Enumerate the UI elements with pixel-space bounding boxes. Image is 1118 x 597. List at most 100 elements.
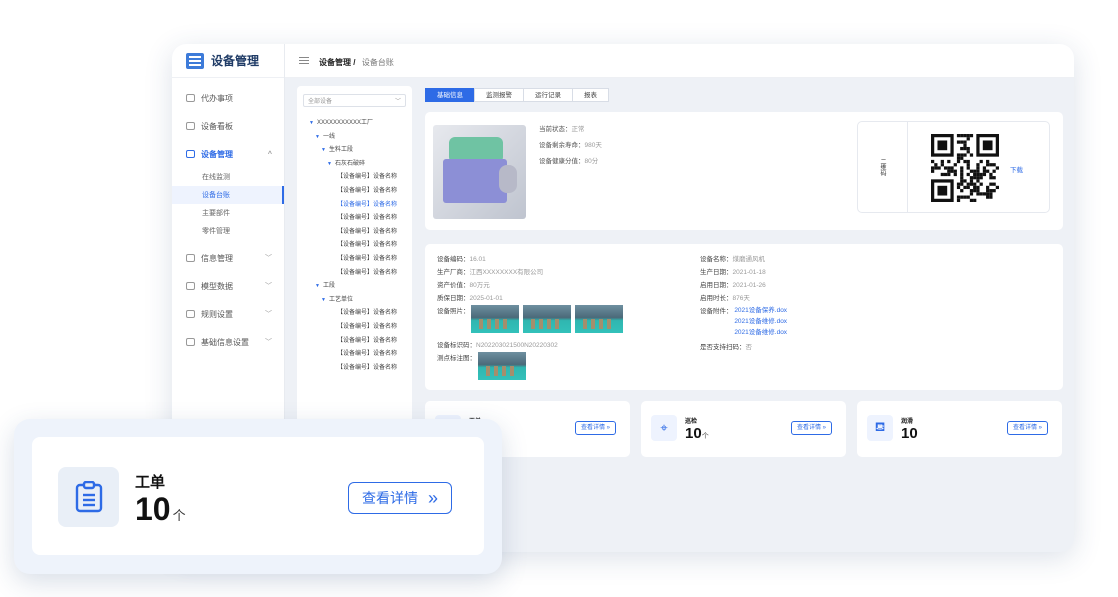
floating-card-body: 工单 10 个 查看详情 »: [32, 437, 484, 555]
calendar-icon: [186, 94, 195, 102]
tree-node[interactable]: ▼ 工艺单位: [303, 294, 406, 308]
tree-node[interactable]: 【设备编号】设备名称: [303, 335, 406, 349]
app-logo-icon: [186, 52, 204, 69]
breadcrumb-parent[interactable]: 设备管理 /: [319, 58, 355, 67]
sidebar-item-label: 基础信息设置: [201, 337, 249, 347]
tree-node[interactable]: 【设备编号】设备名称: [303, 348, 406, 362]
tab-basic-info[interactable]: 基础信息: [425, 88, 475, 102]
sidebar-item-basic-settings[interactable]: 基础信息设置 ﹀: [172, 328, 284, 356]
tree-node[interactable]: 【设备编号】设备名称: [303, 307, 406, 321]
info-photos: 设备照片：: [437, 305, 624, 339]
stat-card-lubrication: ⛾ 润滑 10 查看详情 »: [857, 401, 1062, 457]
tree-node-label: 工段: [322, 283, 335, 290]
sidebar-item-todo[interactable]: 代办事项: [172, 84, 284, 112]
oil-bottle-icon: ⛾: [867, 415, 893, 441]
sidebar-subitem-device-ledger[interactable]: 设备台账: [172, 186, 284, 204]
tree-node[interactable]: 【设备编号】设备名称: [303, 185, 406, 199]
sidebar-item-model-data[interactable]: 模型数据 ﹀: [172, 272, 284, 300]
qr-code-image: [931, 134, 999, 202]
attachment-link[interactable]: 2021设备维修.dox: [734, 329, 787, 336]
tree-node[interactable]: 【设备编号】设备名称: [303, 171, 406, 185]
breadcrumb-current: 设备台账: [361, 57, 394, 67]
info-name: 设备名称：煤磨通风机: [700, 256, 765, 263]
view-details-button[interactable]: 查看详情 »: [790, 421, 832, 435]
rule-icon: [186, 310, 195, 318]
tree-node-label: XXXXXXXXXXX工厂: [316, 120, 373, 126]
tree-node[interactable]: 【设备编号】设备名称: [303, 321, 406, 335]
tree-node[interactable]: 【设备编号】设备名称: [303, 267, 406, 281]
attachment-link[interactable]: 2021设备保养.dox: [734, 307, 787, 314]
device-photo[interactable]: [523, 305, 572, 333]
tree-node[interactable]: ▼ XXXXXXXXXXX工厂: [303, 117, 406, 131]
tree-node-label: 【设备编号】设备名称: [337, 187, 398, 194]
caret-down-icon[interactable]: ▼: [321, 147, 326, 153]
info-code: 设备编码：16.01: [437, 256, 486, 263]
sidebar-menu: 代办事项 设备看板 设备管理 ^ 在线监测 设备台账 主要部件 零件管理 信息管…: [172, 78, 284, 356]
caret-down-icon[interactable]: ▼: [321, 297, 326, 303]
tree-node-label: 工艺单位: [328, 296, 353, 303]
device-filter-value: 全部设备: [308, 99, 333, 105]
floating-view-details-button[interactable]: 查看详情 »: [348, 482, 452, 514]
tree-node-label: 【设备编号】设备名称: [337, 242, 398, 249]
caret-down-icon[interactable]: ▼: [315, 283, 320, 289]
sidebar-subitem-main-parts[interactable]: 主要部件: [172, 204, 284, 222]
tab-monitor-alarm[interactable]: 监测报警: [474, 88, 524, 102]
qr-download-link[interactable]: 下载: [1010, 164, 1023, 174]
info-rfid: 设备标识码：N202203021500N20220302: [437, 342, 558, 349]
device-status-list: 当前状态：正常 设备剩余寿命：980天 设备健康分值：80分: [539, 122, 602, 170]
sidebar-item-board[interactable]: 设备看板: [172, 112, 284, 140]
breadcrumb: 设备管理 / 设备台账: [319, 52, 394, 70]
view-details-button[interactable]: 查看详情 »: [1006, 421, 1048, 435]
tree-node-label: 【设备编号】设备名称: [337, 337, 398, 344]
tree-node-label: 【设备编号】设备名称: [337, 323, 398, 330]
device-icon: [186, 150, 195, 158]
tree-node[interactable]: 【设备编号】设备名称: [303, 239, 406, 253]
tree-node-label: 【设备编号】设备名称: [337, 215, 398, 222]
remaining-life-line: 设备剩余寿命：980天: [539, 142, 602, 149]
caret-down-icon[interactable]: ▼: [309, 120, 314, 126]
chevron-down-icon: ﹀: [394, 99, 401, 105]
caret-down-icon[interactable]: ▼: [315, 134, 320, 140]
info-attachments: 设备附件： 2021设备保养.dox 2021设备维修.dox 2021设备维修…: [700, 307, 788, 336]
tree-node-label: 【设备编号】设备名称: [337, 351, 398, 358]
stat-value: 10: [901, 425, 918, 442]
tree-node[interactable]: ▼ 工段: [303, 280, 406, 294]
view-details-button[interactable]: 查看详情 »: [574, 421, 616, 435]
sidebar-item-device-management[interactable]: 设备管理 ^: [172, 140, 284, 168]
point-map-photo[interactable]: [477, 352, 526, 380]
tree-node[interactable]: 【设备编号】设备名称: [303, 212, 406, 226]
tree-node[interactable]: ▼ 生料工段: [303, 144, 406, 158]
sidebar-item-info-management[interactable]: 信息管理 ﹀: [172, 244, 284, 272]
caret-down-icon[interactable]: ▼: [327, 161, 332, 167]
sidebar-item-rule-settings[interactable]: 规则设置 ﹀: [172, 300, 284, 328]
sidebar-subitem-online-monitor[interactable]: 在线监测: [172, 168, 284, 186]
tab-reports[interactable]: 报表: [572, 88, 609, 102]
tree-node[interactable]: 【设备编号】设备名称: [303, 362, 406, 376]
detail-tabs: 基础信息 监测报警 运行记录 报表: [425, 88, 609, 102]
device-photo[interactable]: [471, 305, 520, 333]
attachment-link[interactable]: 2021设备维修.dox: [734, 318, 787, 325]
tree-node[interactable]: ▼ 石灰石破碎: [303, 158, 406, 172]
health-score-line: 设备健康分值：80分: [539, 158, 599, 165]
chevron-up-icon: ^: [267, 150, 272, 158]
tree-node[interactable]: 【设备编号】设备名称: [303, 253, 406, 267]
tree-node[interactable]: ▼ 一线: [303, 131, 406, 145]
clipboard-icon: [58, 467, 119, 527]
tree-node[interactable]: 【设备编号】设备名称: [303, 226, 406, 240]
menu-toggle-icon[interactable]: [299, 57, 309, 64]
sidebar-item-label: 设备管理: [201, 149, 233, 159]
sidebar-subitem-part-management[interactable]: 零件管理: [172, 222, 284, 240]
tree-node-label: 一线: [322, 133, 335, 140]
qr-code-box: 二维码 下载: [857, 121, 1050, 213]
device-summary-card: 当前状态：正常 设备剩余寿命：980天 设备健康分值：80分 二维码 下载: [425, 112, 1063, 230]
info-manufacturer: 生产厂商：江西XXXXXXXX有限公司: [437, 269, 544, 276]
stat-title: 巡检: [685, 419, 698, 425]
device-filter-select[interactable]: 全部设备 ﹀: [303, 94, 406, 107]
model-icon: [186, 282, 195, 290]
device-photo[interactable]: [575, 305, 624, 333]
tab-run-records[interactable]: 运行记录: [523, 88, 573, 102]
settings-icon: [186, 338, 195, 346]
tree-node[interactable]: 【设备编号】设备名称: [303, 199, 406, 213]
info-scan-support: 是否支持扫码：否: [700, 344, 752, 351]
double-chevron-right-icon: »: [606, 425, 610, 431]
